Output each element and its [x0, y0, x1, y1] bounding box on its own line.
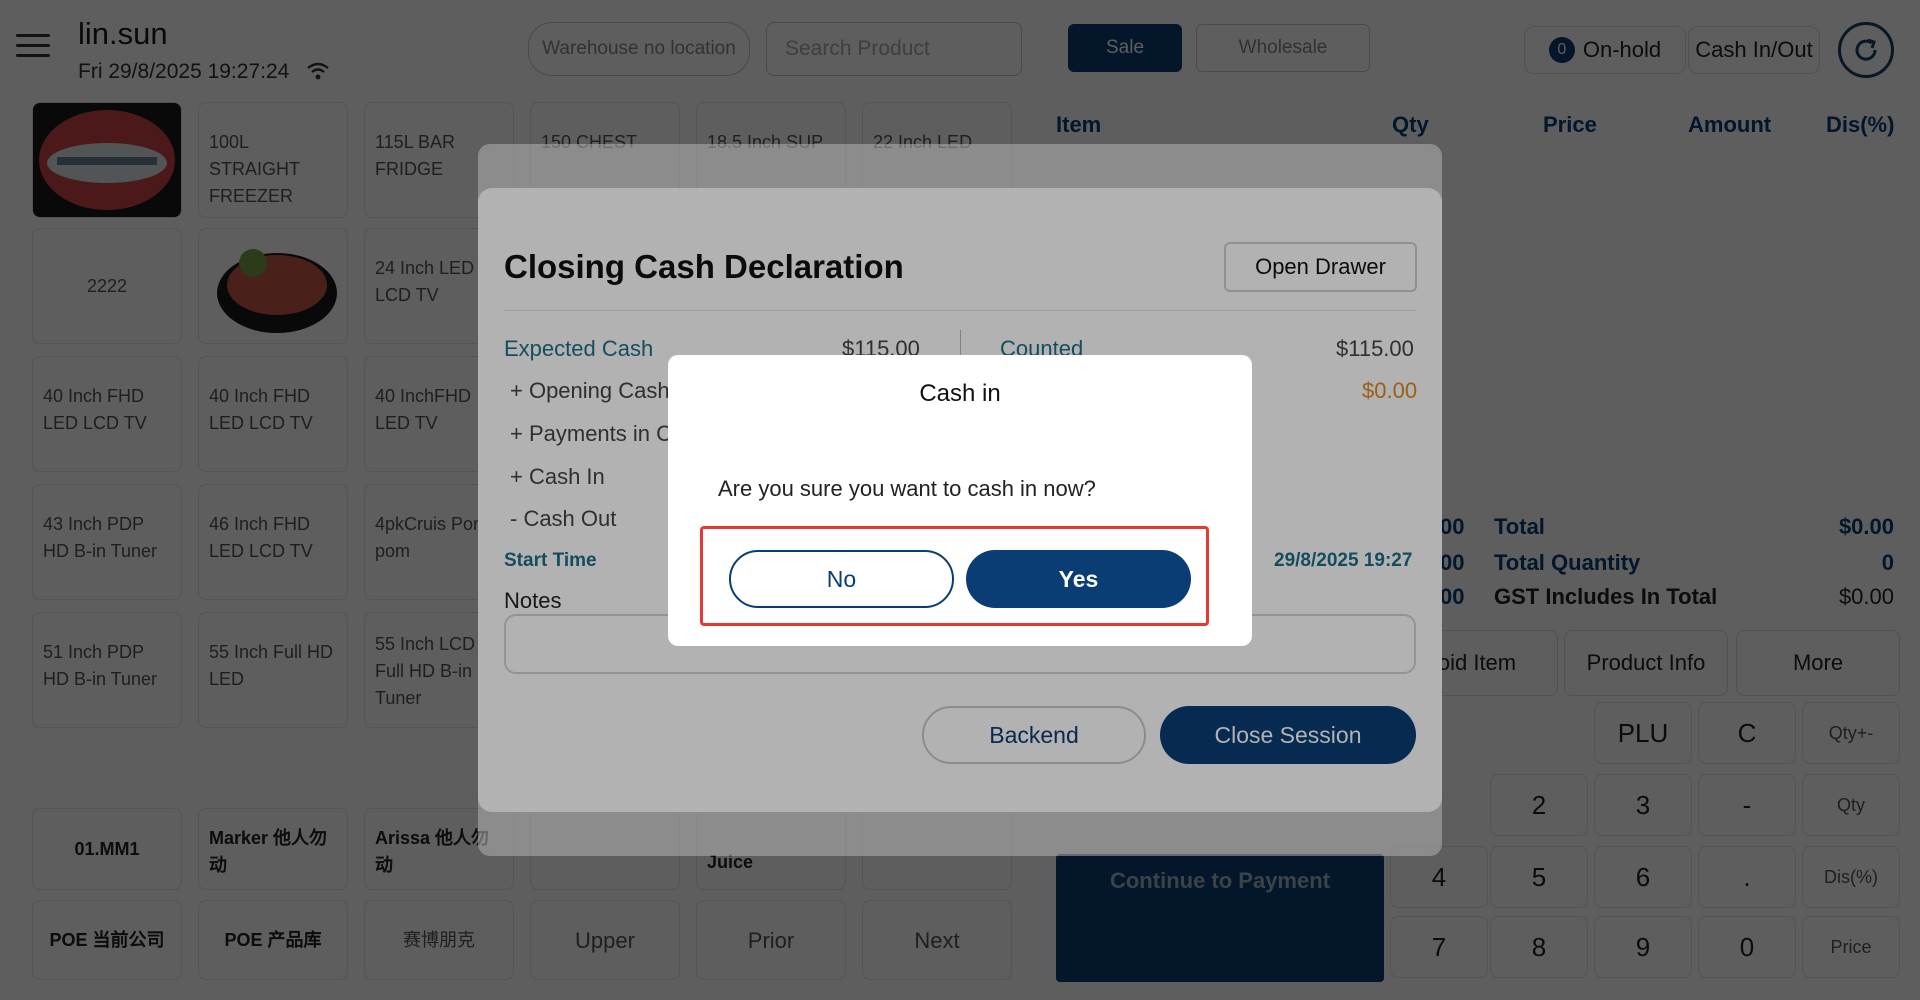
dialog-message: Are you sure you want to cash in now? — [718, 476, 1096, 501]
no-button[interactable]: No — [729, 550, 954, 608]
yes-button[interactable]: Yes — [966, 550, 1191, 608]
dialog-title: Cash in — [919, 380, 1001, 407]
